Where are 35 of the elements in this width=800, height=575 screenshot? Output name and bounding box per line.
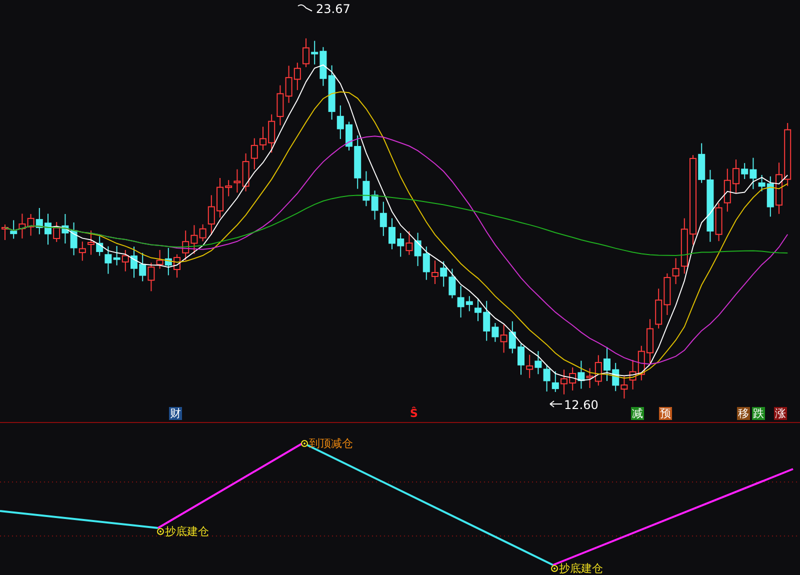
candlestick (260, 126, 266, 150)
event-marker: 涨 (774, 407, 787, 420)
event-marker: 移 (737, 407, 750, 420)
candlestick (174, 254, 180, 278)
candlestick (646, 318, 654, 364)
candlestick (776, 162, 782, 214)
low-price-label: 12.60 (564, 398, 598, 412)
target-icon (301, 440, 308, 447)
candlestick (388, 218, 396, 250)
candlestick (130, 246, 138, 278)
candlestick (88, 230, 94, 256)
signal-label: 到顶减仓 (309, 437, 353, 450)
candlestick (302, 38, 310, 68)
signal-label: 抄底建仓 (165, 525, 209, 538)
event-marker: 财 (169, 407, 182, 420)
high-price-label: 23.67 (316, 2, 350, 16)
target-icon (551, 565, 558, 572)
event-marker: Ŝ (409, 407, 419, 420)
candlestick (518, 343, 524, 376)
arrow-icon (550, 400, 562, 408)
signal-label: 抄底建仓 (559, 562, 603, 575)
candlestick (474, 298, 482, 322)
candlestick (44, 213, 52, 246)
candlestick (216, 178, 224, 218)
candlestick (732, 158, 740, 194)
candlestick (2, 224, 8, 240)
candlestick (604, 346, 610, 382)
candlestick (346, 121, 352, 152)
target-icon (157, 528, 164, 535)
candlestick (560, 369, 568, 395)
event-marker: 预 (659, 407, 672, 420)
candlestick (432, 260, 438, 284)
event-marker: 减 (631, 407, 644, 420)
event-marker: 跌 (752, 407, 765, 420)
candlestick (784, 122, 792, 187)
